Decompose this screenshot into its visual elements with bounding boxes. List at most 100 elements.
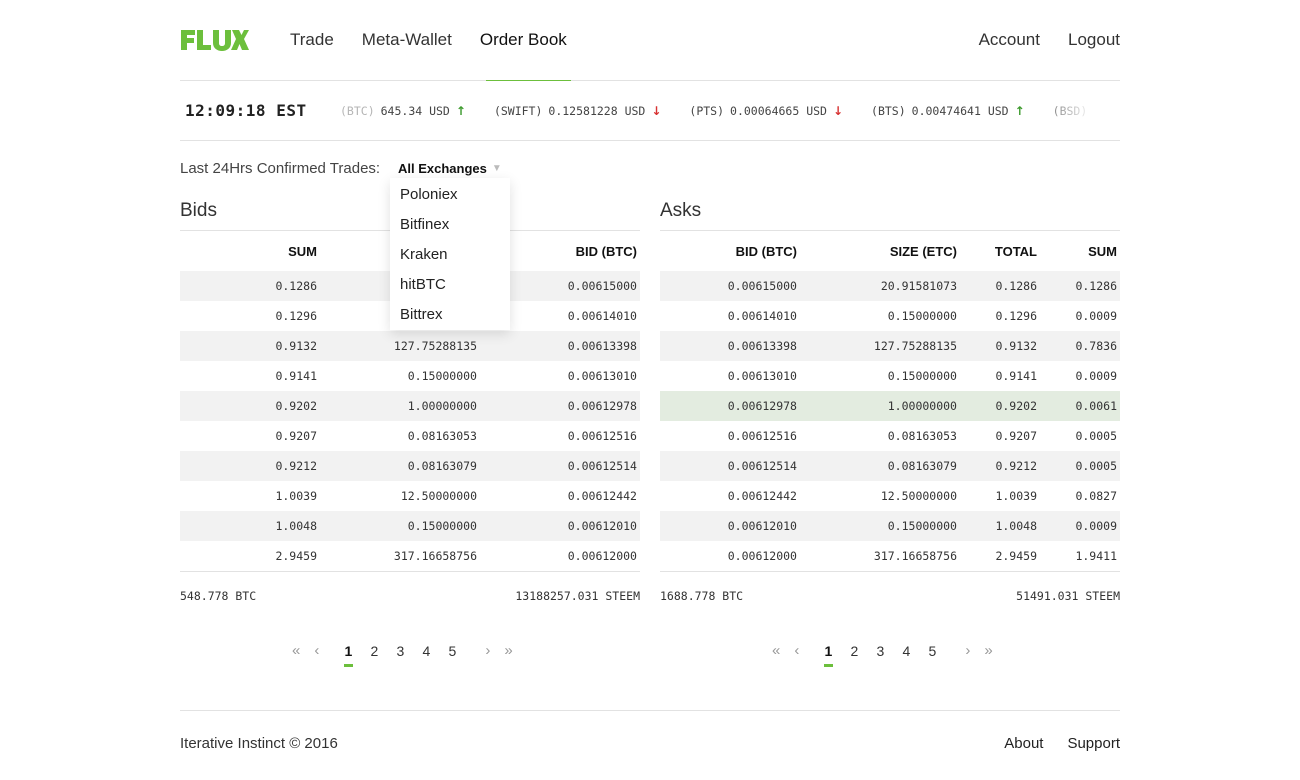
size-cell: 0.15000000 (407, 369, 477, 383)
bid-cell: 0.00612442 (727, 489, 797, 503)
first-page-icon[interactable]: « (292, 642, 300, 659)
sum-cell: 1.0048 (180, 511, 320, 541)
flux-logo[interactable] (180, 27, 250, 53)
clock: 12:09:18 EST (185, 101, 307, 120)
table-row[interactable]: 0.00612000 317.16658756 2.9459 1.9411 (660, 541, 1120, 572)
bid-cell: 0.00613398 (480, 331, 640, 361)
ticker-symbol: (SWIFT) (493, 104, 543, 118)
sum-cell: 0.9202 (180, 391, 320, 421)
asks-col-bid[interactable]: BID (BTC) (660, 231, 800, 271)
page-4[interactable]: 4 (413, 643, 439, 659)
table-row[interactable]: 0.9132 127.75288135 0.00613398 (180, 331, 640, 361)
exchange-select[interactable]: All Exchanges ▼ (398, 161, 502, 176)
next-page-icon[interactable]: › (485, 642, 490, 659)
table-row[interactable]: 0.9212 0.08163079 0.00612514 (180, 451, 640, 481)
table-row[interactable]: 1.0048 0.15000000 0.00612010 (180, 511, 640, 541)
table-row[interactable]: 0.00615000 20.91581073 0.1286 0.1286 (660, 271, 1120, 301)
table-row[interactable]: 2.9459 317.16658756 0.00612000 (180, 541, 640, 572)
copyright: Iterative Instinct © 2016 (180, 735, 338, 752)
size-cell: 127.75288135 (320, 331, 480, 361)
nav-account[interactable]: Account (979, 30, 1040, 81)
total-cell: 2.9459 (960, 541, 1040, 572)
asks-col-sum[interactable]: SUM (1040, 231, 1120, 271)
footer-support-link[interactable]: Support (1067, 735, 1120, 752)
sum-cell: 0.0061 (1040, 391, 1120, 421)
sum-cell: 0.1286 (180, 271, 320, 301)
nav-trade[interactable]: Trade (290, 30, 334, 81)
next-page-icon[interactable]: › (965, 642, 970, 659)
footer-about-link[interactable]: About (1004, 735, 1043, 752)
ticker-item: (BTC) 645.34 USD ↑ (340, 104, 466, 118)
bid-cell: 0.00615000 (660, 271, 800, 301)
page-1[interactable]: 1 (335, 643, 361, 667)
table-row[interactable]: 0.00612010 0.15000000 1.0048 0.0009 (660, 511, 1120, 541)
size-cell: 12.50000000 (400, 489, 477, 503)
bids-col-sum[interactable]: SUM (180, 231, 320, 271)
table-row[interactable]: 0.00612978 1.00000000 0.9202 0.0061 (660, 391, 1120, 421)
ticker-symbol: (BTC) (340, 104, 375, 118)
table-row[interactable]: 1.0039 12.50000000 0.00612442 (180, 481, 640, 511)
bid-cell: 0.00612516 (567, 429, 637, 443)
footer: Iterative Instinct © 2016 About Support (180, 710, 1120, 780)
table-row[interactable]: 0.9141 0.15000000 0.00613010 (180, 361, 640, 391)
table-row[interactable]: 0.9207 0.08163053 0.00612516 (180, 421, 640, 451)
prev-page-icon[interactable]: ‹ (314, 642, 319, 659)
sum-cell: 2.9459 (180, 541, 320, 572)
last-page-icon[interactable]: » (504, 642, 512, 659)
page-3[interactable]: 3 (867, 643, 893, 659)
page-3[interactable]: 3 (387, 643, 413, 659)
table-row[interactable]: 0.00613398 127.75288135 0.9132 0.7836 (660, 331, 1120, 361)
exchange-select-value: All Exchanges (398, 161, 487, 176)
asks-col-size[interactable]: SIZE (ETC) (800, 231, 960, 271)
sum-cell: 0.0009 (1075, 369, 1117, 383)
page-2[interactable]: 2 (841, 643, 867, 659)
total-cell: 0.9132 (960, 331, 1040, 361)
filter-label: Last 24Hrs Confirmed Trades: (180, 160, 381, 177)
caret-down-icon: ▼ (491, 163, 502, 174)
page-1[interactable]: 1 (815, 643, 841, 667)
bid-cell: 0.00613398 (660, 331, 800, 361)
page-2[interactable]: 2 (361, 643, 387, 659)
trade-filter: Last 24Hrs Confirmed Trades: All Exchang… (180, 158, 1120, 180)
exchange-option-kraken[interactable]: Kraken (390, 240, 510, 270)
table-row[interactable]: 0.00612442 12.50000000 1.0039 0.0827 (660, 481, 1120, 511)
table-row[interactable]: 0.9202 1.00000000 0.00612978 (180, 391, 640, 421)
page-5[interactable]: 5 (919, 643, 945, 659)
nav-meta-wallet[interactable]: Meta-Wallet (362, 30, 452, 81)
sum-cell: 1.9411 (1040, 541, 1120, 572)
table-row[interactable]: 0.00612516 0.08163053 0.9207 0.0005 (660, 421, 1120, 451)
ticker-fade (1030, 81, 1120, 139)
asks-col-total[interactable]: TOTAL (960, 231, 1040, 271)
prev-page-icon[interactable]: ‹ (794, 642, 799, 659)
nav-order-book[interactable]: Order Book (480, 30, 571, 81)
table-row[interactable]: 0.00613010 0.15000000 0.9141 0.0009 (660, 361, 1120, 391)
nav-logout[interactable]: Logout (1068, 30, 1120, 81)
flux-logo-mark (181, 30, 249, 51)
page-4[interactable]: 4 (893, 643, 919, 659)
sum-cell: 0.9141 (275, 369, 317, 383)
bid-cell: 0.00612010 (660, 511, 800, 541)
first-page-icon[interactable]: « (772, 642, 780, 659)
exchange-option-bittrex[interactable]: Bittrex (390, 300, 510, 330)
ticker-item: (BTS) 0.00474641 USD ↑ (871, 104, 1025, 118)
size-cell: 317.16658756 (800, 541, 960, 572)
total-cell: 0.9207 (995, 429, 1037, 443)
sum-cell: 0.7836 (1040, 331, 1120, 361)
sum-cell: 0.9212 (180, 451, 320, 481)
size-cell: 0.08163053 (407, 429, 477, 443)
table-row[interactable]: 0.00612514 0.08163079 0.9212 0.0005 (660, 451, 1120, 481)
exchange-option-poloniex[interactable]: Poloniex (390, 180, 510, 210)
table-row[interactable]: 0.00614010 0.15000000 0.1296 0.0009 (660, 301, 1120, 331)
bid-cell: 0.00613010 (567, 369, 637, 383)
size-cell: 0.15000000 (800, 511, 960, 541)
arrow-up-icon: ↑ (1014, 104, 1025, 118)
last-page-icon[interactable]: » (984, 642, 992, 659)
exchange-option-bitfinex[interactable]: Bitfinex (390, 210, 510, 240)
page-5[interactable]: 5 (439, 643, 465, 659)
exchange-option-hitbtc[interactable]: hitBTC (390, 270, 510, 300)
asks-title: Asks (660, 196, 1120, 231)
sum-cell: 1.0039 (275, 489, 317, 503)
asks-total-btc: 1688.778 BTC (660, 588, 744, 603)
sum-cell: 0.9207 (275, 429, 317, 443)
bid-cell: 0.00612516 (727, 429, 797, 443)
